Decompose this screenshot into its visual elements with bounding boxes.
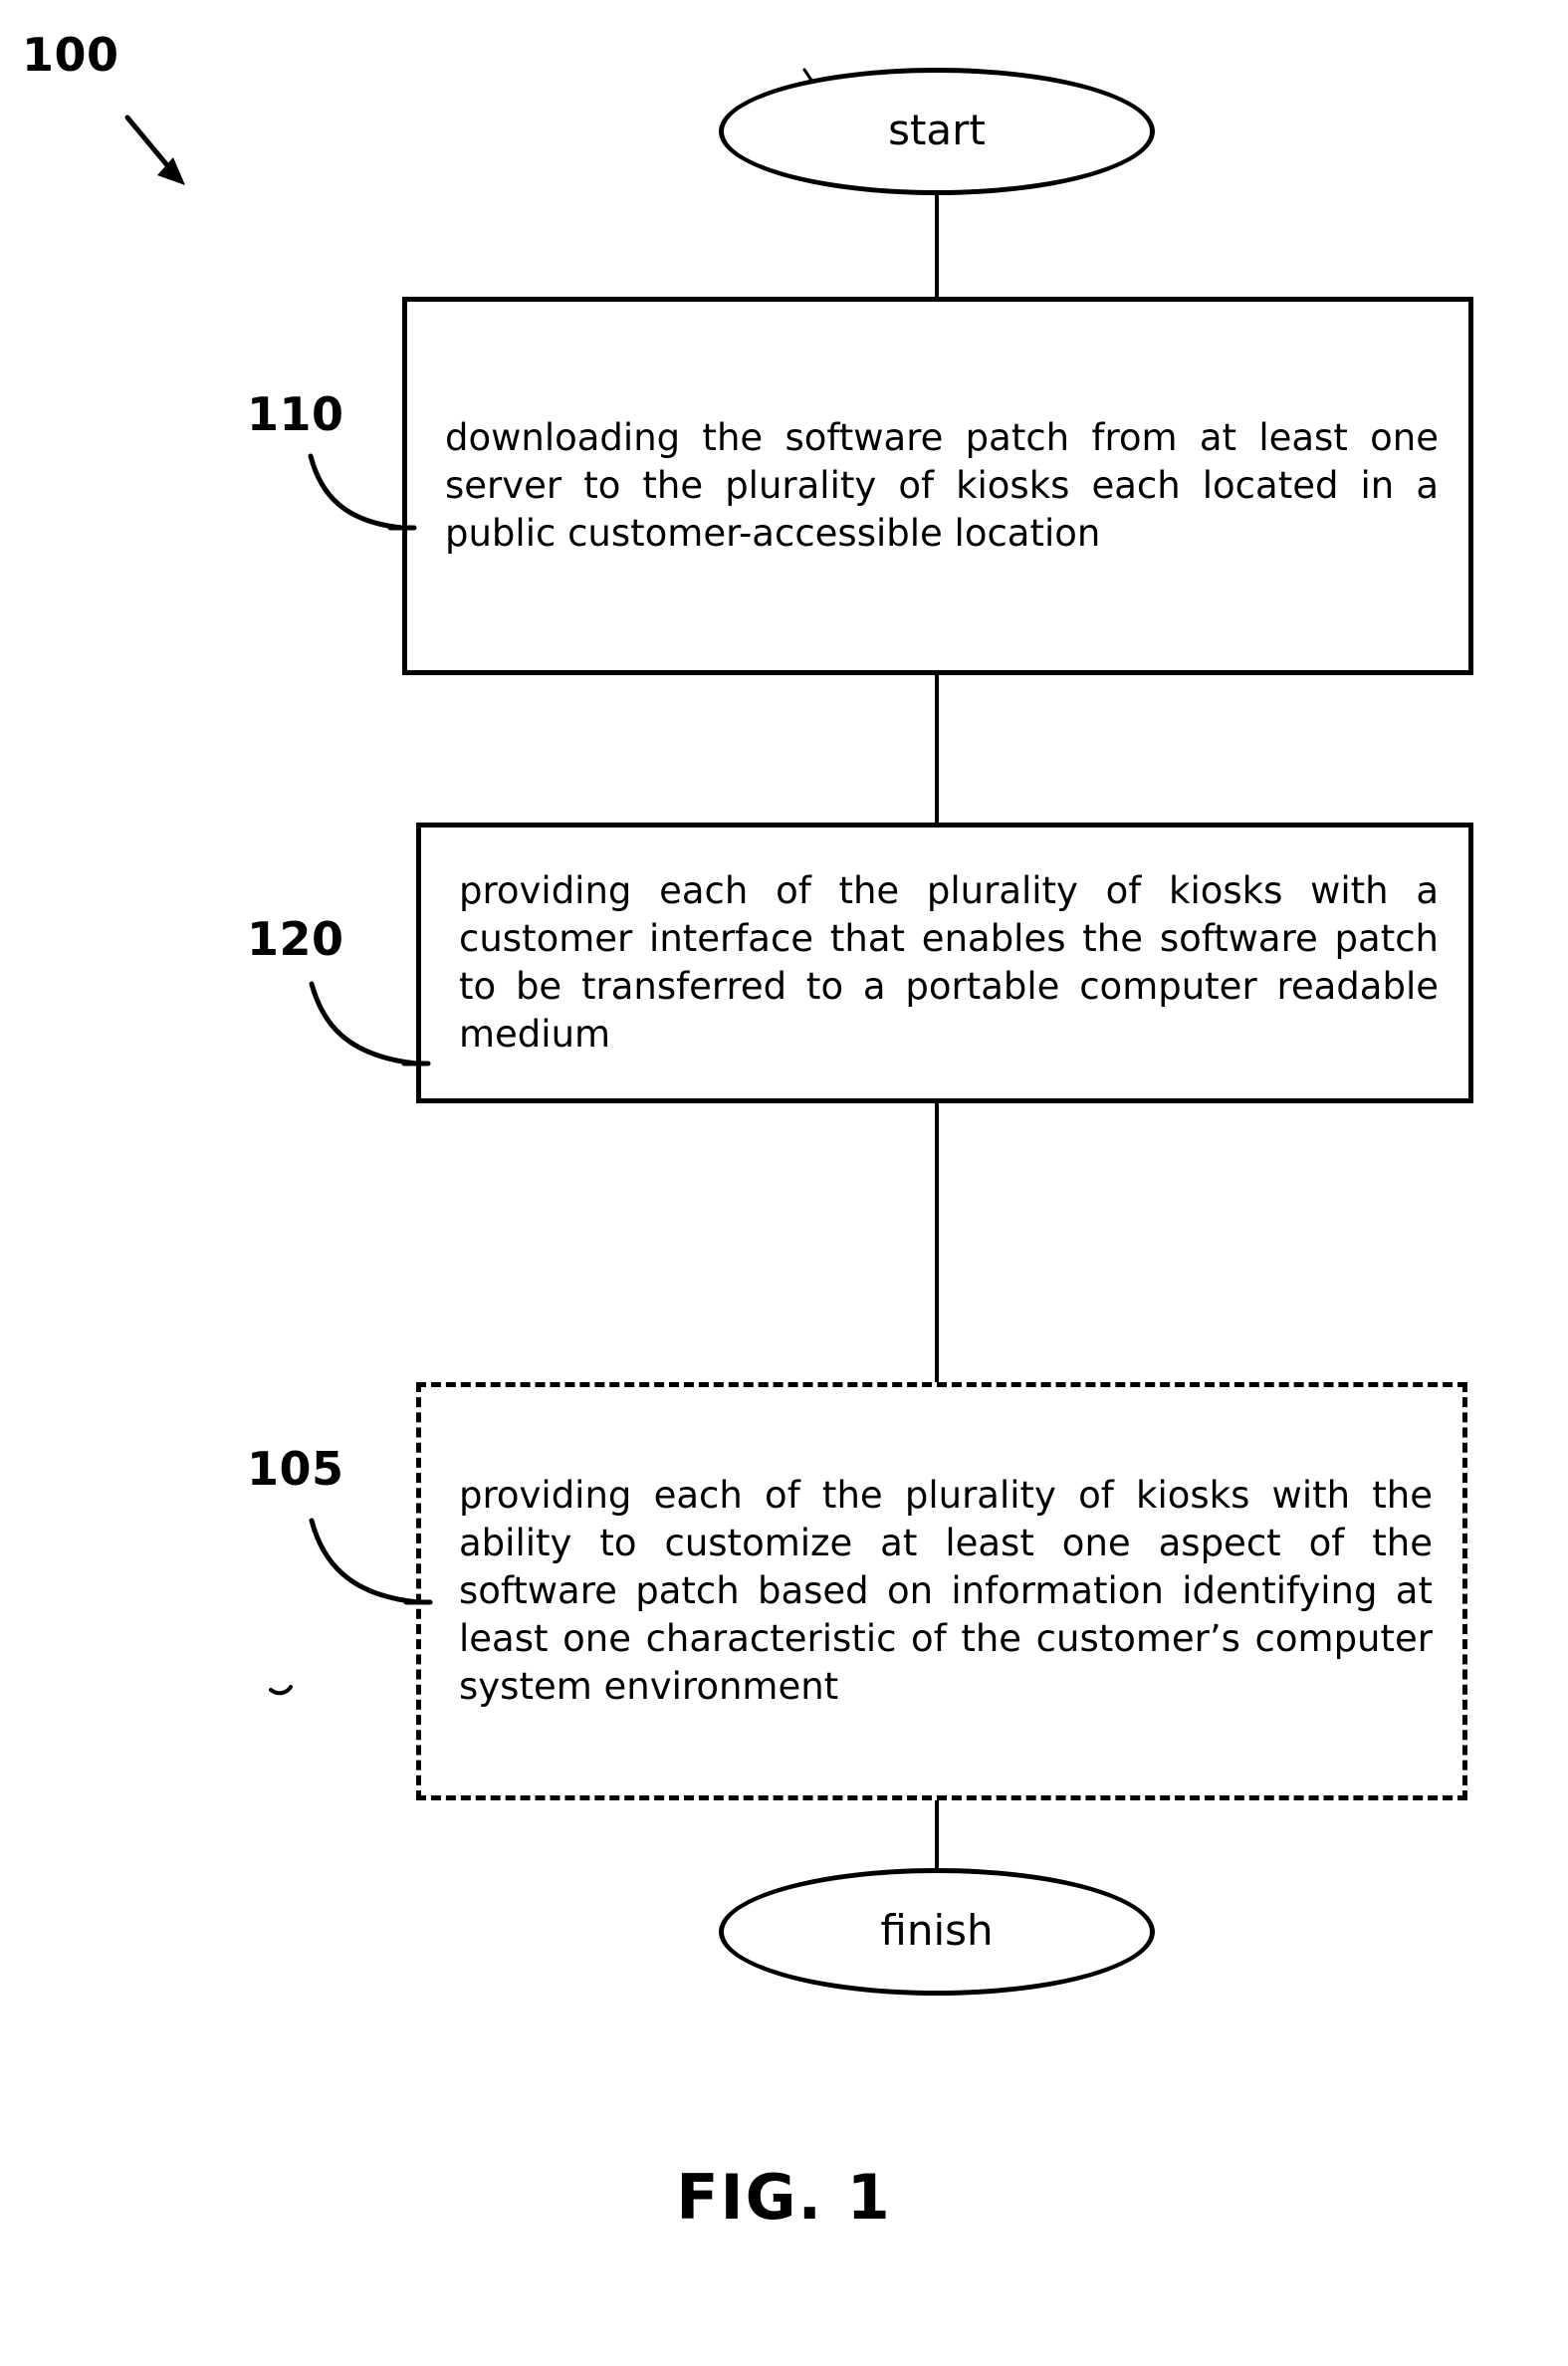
reference-numeral-105: 105 [247,1442,344,1496]
reference-numeral-110: 110 [247,387,344,441]
start-terminator: start [719,68,1155,195]
reference-numeral-120: 120 [247,912,344,966]
connector-110-to-120 [935,673,939,825]
figure-number-arrow [124,115,185,185]
start-terminator-label: start [888,106,986,154]
reference-numeral-100: 100 [22,28,119,82]
patent-figure: 100 110 120 105 start downloading the so… [0,0,1568,2366]
leader-line-110 [308,453,417,531]
connector-105-to-finish [935,1798,939,1870]
finish-terminator: finish [719,1868,1155,1996]
connector-start-to-110 [935,195,939,299]
scan-artifact-left [269,1685,293,1696]
process-box-105-text: providing each of the plurality of kiosk… [459,1473,1433,1709]
process-box-110-text: downloading the software patch from at l… [445,415,1439,556]
process-box-120-text: providing each of the plurality of kiosk… [459,868,1439,1057]
process-box-120: providing each of the plurality of kiosk… [416,823,1473,1103]
process-box-110: downloading the software patch from at l… [402,297,1473,675]
connector-120-to-105 [935,1101,939,1384]
leader-line-120 [309,981,431,1066]
leader-line-105 [309,1518,433,1605]
figure-caption: FIG. 1 [676,2161,892,2234]
process-box-105: providing each of the plurality of kiosk… [416,1382,1467,1800]
finish-terminator-label: finish [880,1906,994,1955]
